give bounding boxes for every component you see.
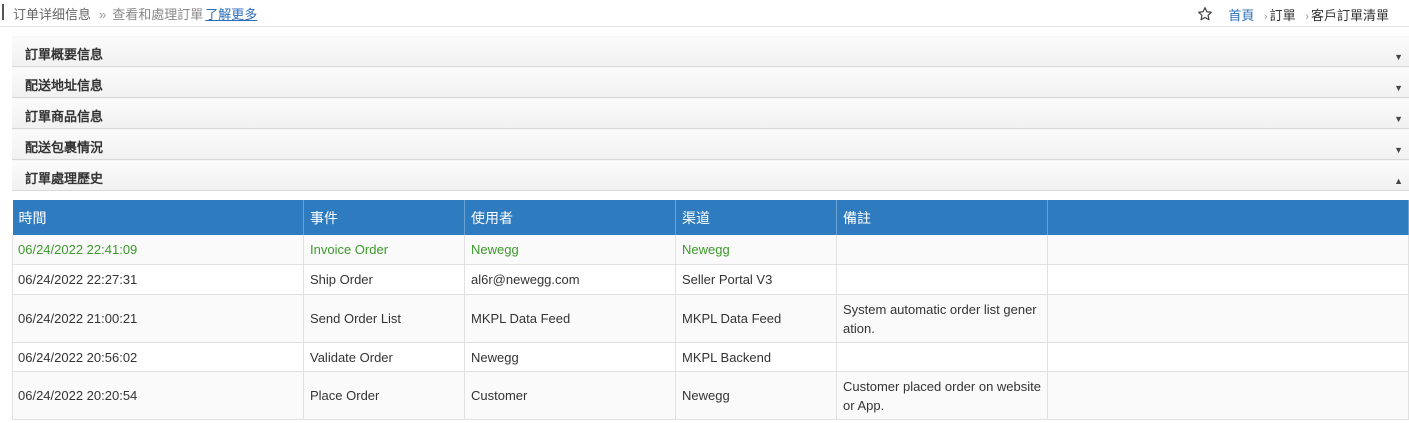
cell-time: 06/24/2022 20:56:02	[12, 342, 304, 372]
header-accent-bar	[2, 4, 4, 20]
cell-event: Invoice Order	[303, 235, 465, 265]
cell-user: Newegg	[464, 342, 676, 372]
cell-time: 06/24/2022 21:00:21	[12, 294, 304, 343]
chevron-up-icon: ▲	[1394, 176, 1403, 186]
title-separator: »	[99, 7, 107, 22]
cell-note	[836, 342, 1048, 372]
breadcrumb-arrow-2: ›	[1305, 11, 1309, 23]
table-row: 06/24/2022 22:27:31 Ship Order al6r@newe…	[12, 264, 1409, 295]
chevron-down-icon: ▼	[1394, 145, 1403, 155]
cell-note: System automatic order list gener ation.	[836, 294, 1048, 343]
breadcrumb-customer-orders: 客戶訂單清單	[1310, 8, 1389, 23]
column-header-event: 事件	[303, 200, 465, 235]
page-subtitle: 查看和處理訂單	[112, 7, 204, 22]
learn-more-link[interactable]: 了解更多	[205, 7, 257, 22]
cell-user: Newegg	[464, 235, 676, 265]
cell-time: 06/24/2022 22:27:31	[12, 264, 304, 295]
panel-order-items[interactable]: 訂單商品信息 ▼	[12, 98, 1409, 129]
panel-label: 訂單概要信息	[25, 47, 104, 62]
chevron-down-icon: ▼	[1394, 114, 1403, 124]
cell-user: MKPL Data Feed	[464, 294, 676, 343]
page-title-group: 订单详细信息 » 查看和處理訂單 了解更多	[13, 4, 257, 23]
breadcrumb: 首頁 › 訂單 › 客戶訂單清單	[1197, 5, 1389, 25]
column-header-extra	[1047, 200, 1409, 235]
cell-extra	[1047, 371, 1409, 420]
cell-channel: Newegg	[675, 235, 837, 265]
panel-label: 配送包裹情況	[25, 140, 104, 155]
page-title: 订单详细信息	[13, 7, 92, 22]
cell-event: Ship Order	[303, 264, 465, 295]
chevron-down-icon: ▼	[1394, 83, 1403, 93]
cell-note: Customer placed order on website or App.	[836, 371, 1048, 420]
panel-label: 配送地址信息	[25, 78, 104, 93]
column-header-time: 時間	[12, 200, 304, 235]
cell-extra	[1047, 235, 1409, 265]
accordion-panels: 訂單概要信息 ▼ 配送地址信息 ▼ 訂單商品信息 ▼ 配送包裹情況 ▼ 訂單處理…	[12, 36, 1409, 191]
cell-channel: MKPL Backend	[675, 342, 837, 372]
cell-note	[836, 264, 1048, 295]
cell-event: Place Order	[303, 371, 465, 420]
cell-note	[836, 235, 1048, 265]
cell-channel: MKPL Data Feed	[675, 294, 837, 343]
panel-label: 訂單商品信息	[25, 109, 104, 124]
cell-user: Customer	[464, 371, 676, 420]
cell-user: al6r@newegg.com	[464, 264, 676, 295]
star-icon[interactable]	[1197, 6, 1213, 25]
breadcrumb-home[interactable]: 首頁	[1228, 8, 1254, 23]
cell-extra	[1047, 264, 1409, 295]
breadcrumb-arrow-1: ›	[1264, 11, 1268, 23]
order-history-table: 時間 事件 使用者 渠道 備註 06/24/2022 22:41:09 Invo…	[12, 200, 1409, 420]
table-header-row: 時間 事件 使用者 渠道 備註	[12, 200, 1409, 235]
table-row: 06/24/2022 22:41:09 Invoice Order Newegg…	[12, 235, 1409, 265]
table-row: 06/24/2022 20:20:54 Place Order Customer…	[12, 371, 1409, 420]
panel-order-history[interactable]: 訂單處理歷史 ▲	[12, 160, 1409, 191]
panel-shipping-address[interactable]: 配送地址信息 ▼	[12, 67, 1409, 98]
panel-package-status[interactable]: 配送包裹情況 ▼	[12, 129, 1409, 160]
page-header: 订单详细信息» 查看和處理訂單 了解更多 首頁 › 訂單 › 客戶訂單清單	[0, 0, 1409, 27]
table-row: 06/24/2022 21:00:21 Send Order List MKPL…	[12, 294, 1409, 343]
breadcrumb-orders[interactable]: 訂單	[1270, 8, 1296, 23]
column-header-user: 使用者	[464, 200, 676, 235]
table-row: 06/24/2022 20:56:02 Validate Order Neweg…	[12, 342, 1409, 372]
column-header-note: 備註	[836, 200, 1048, 235]
cell-channel: Seller Portal V3	[675, 264, 837, 295]
cell-event: Validate Order	[303, 342, 465, 372]
panel-order-summary[interactable]: 訂單概要信息 ▼	[12, 36, 1409, 67]
chevron-down-icon: ▼	[1394, 52, 1403, 62]
panel-label: 訂單處理歷史	[25, 171, 104, 186]
cell-time: 06/24/2022 22:41:09	[12, 235, 304, 265]
cell-channel: Newegg	[675, 371, 837, 420]
cell-time: 06/24/2022 20:20:54	[12, 371, 304, 420]
cell-event: Send Order List	[303, 294, 465, 343]
cell-extra	[1047, 294, 1409, 343]
column-header-channel: 渠道	[675, 200, 837, 235]
cell-extra	[1047, 342, 1409, 372]
